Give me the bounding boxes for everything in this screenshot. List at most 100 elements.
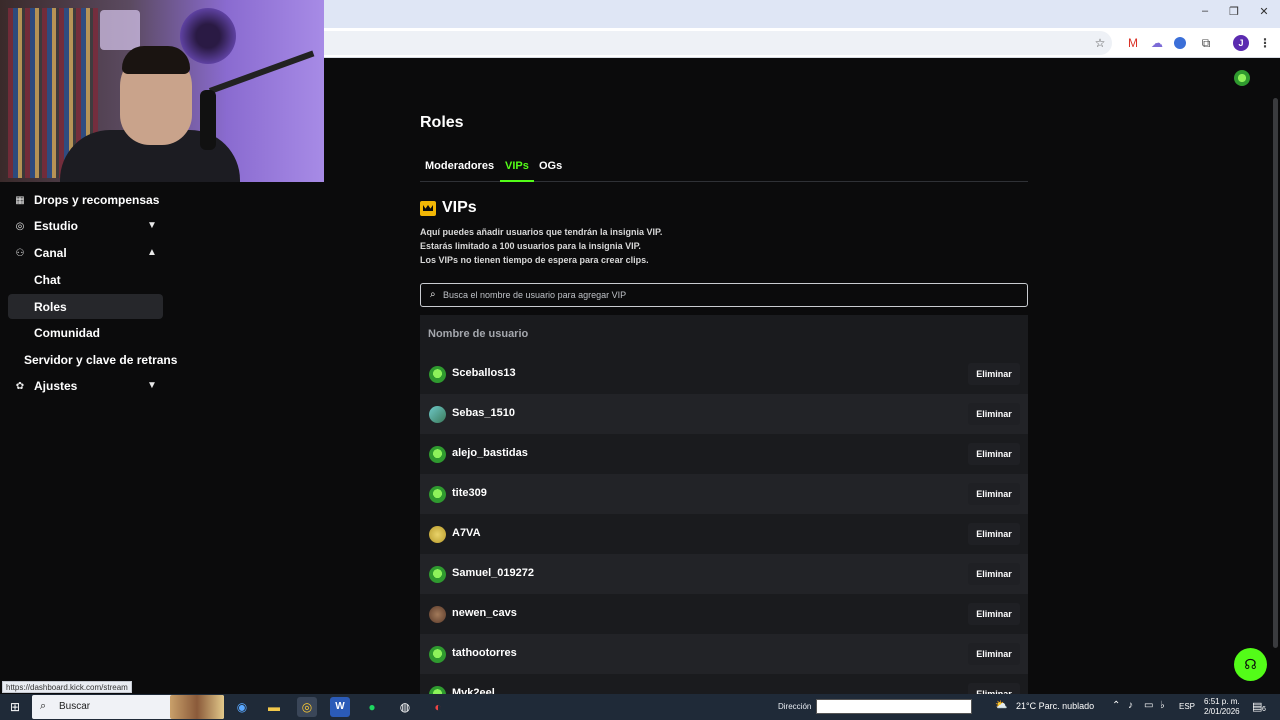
avatar — [429, 606, 446, 623]
vip-search-input[interactable] — [443, 287, 1013, 303]
volume-icon[interactable]: ♪ — [1128, 700, 1133, 711]
remove-button[interactable]: Eliminar — [968, 403, 1020, 425]
search-icon: ⌕ — [40, 700, 47, 712]
username[interactable]: Sceballos13 — [452, 367, 516, 379]
remove-button[interactable]: Eliminar — [968, 443, 1020, 465]
username[interactable]: alejo_bastidas — [452, 447, 528, 459]
menu-icon[interactable]: ⋮ — [1257, 35, 1273, 51]
table-row: tathootorres Eliminar — [420, 634, 1028, 674]
chevron-down-icon[interactable]: ▼ — [146, 220, 158, 232]
table-row: alejo_bastidas Eliminar — [420, 434, 1028, 474]
drops-icon: ▦ — [15, 194, 25, 206]
chevron-down-icon[interactable]: ▼ — [146, 380, 158, 392]
channel-icon: ⚇ — [15, 247, 25, 259]
restore-icon[interactable]: ❐ — [1226, 5, 1242, 18]
chevron-up-icon[interactable]: ⌃ — [1112, 700, 1120, 711]
username[interactable]: Samuel_019272 — [452, 567, 534, 579]
table-row: newen_cavs Eliminar — [420, 594, 1028, 634]
sidebar-item-drops[interactable]: ▦ Drops y recompensas — [14, 190, 159, 210]
decor-lamp — [180, 8, 236, 64]
sidebar-item-label: Drops y recompensas — [34, 193, 160, 207]
profile-avatar[interactable]: J — [1233, 35, 1249, 51]
blue-circle-icon[interactable] — [1174, 37, 1186, 49]
avatar — [429, 566, 446, 583]
help-chat-button[interactable]: ☊ — [1234, 648, 1267, 681]
avatar — [429, 486, 446, 503]
taskbar-search-label: Buscar — [59, 701, 91, 712]
sidebar-item-studio[interactable]: ◎ Estudio — [14, 216, 78, 236]
avatar — [429, 406, 446, 423]
search-icon: ⌕ — [430, 289, 436, 300]
microphone-icon[interactable]: ♭ — [1160, 700, 1165, 711]
streamer-hair — [122, 46, 190, 74]
close-icon[interactable]: ✕ — [1256, 5, 1272, 18]
language-indicator[interactable]: ESP — [1179, 702, 1195, 711]
user-avatar-icon[interactable] — [1234, 70, 1250, 86]
sidebar-item-label: Canal — [34, 246, 67, 260]
webcam-overlay — [0, 0, 324, 182]
remove-button[interactable]: Eliminar — [968, 643, 1020, 665]
sidebar-item-channel[interactable]: ⚇ Canal — [14, 243, 67, 263]
table-row: Sebas_1510 Eliminar — [420, 394, 1028, 434]
sidebar-item-roles[interactable]: Roles — [34, 300, 67, 314]
network-icon[interactable]: ▭ — [1144, 700, 1153, 711]
sidebar-item-stream-key[interactable]: Servidor y clave de retrans — [24, 353, 177, 367]
column-header-username: Nombre de usuario — [428, 328, 529, 340]
vip-table: Nombre de usuario Sceballos13 Eliminar S… — [420, 315, 1028, 695]
username[interactable]: tathootorres — [452, 647, 517, 659]
avatar — [429, 446, 446, 463]
remove-button[interactable]: Eliminar — [968, 563, 1020, 585]
puzzle-icon[interactable]: ⧉ — [1198, 35, 1214, 51]
minimize-icon[interactable]: – — [1197, 5, 1213, 17]
remove-button[interactable]: Eliminar — [968, 483, 1020, 505]
remove-button[interactable]: Eliminar — [968, 523, 1020, 545]
obs-icon[interactable]: ◍ — [395, 697, 415, 717]
gmail-icon[interactable]: M — [1125, 35, 1141, 51]
tab-moderators[interactable]: Moderadores — [425, 160, 494, 172]
sidebar-active-highlight — [8, 294, 163, 319]
weather-text: 21°C Parc. nublado — [1016, 701, 1095, 711]
username[interactable]: tite309 — [452, 487, 487, 499]
address-label: Dirección — [778, 702, 812, 711]
username[interactable]: A7VA — [452, 527, 481, 539]
sidebar-item-chat[interactable]: Chat — [34, 273, 61, 287]
description-line: Aquí puedes añadir usuarios que tendrán … — [420, 227, 663, 237]
clock[interactable]: 6:51 p. m. 2/01/2026 — [1204, 697, 1240, 717]
recording-app-icon[interactable]: ◐ — [428, 697, 448, 717]
clock-time: 6:51 p. m. — [1204, 697, 1240, 706]
crown-icon — [420, 201, 436, 216]
notifications-icon[interactable]: ▤ — [1252, 700, 1262, 713]
avatar — [429, 526, 446, 543]
sidebar-item-community[interactable]: Comunidad — [34, 326, 100, 340]
sidebar-item-label: Estudio — [34, 219, 78, 233]
gear-icon: ✿ — [15, 380, 25, 392]
clock-date: 2/01/2026 — [1204, 707, 1240, 716]
page-scrollbar[interactable] — [1273, 98, 1278, 648]
section-title: VIPs — [442, 199, 477, 216]
table-row: A7VA Eliminar — [420, 514, 1028, 554]
star-icon[interactable]: ☆ — [1092, 35, 1108, 51]
remove-button[interactable]: Eliminar — [968, 363, 1020, 385]
username[interactable]: newen_cavs — [452, 607, 517, 619]
cloud-icon[interactable]: ☁ — [1149, 35, 1165, 51]
chevron-up-icon[interactable]: ▲ — [146, 247, 158, 259]
spotify-icon[interactable]: ● — [362, 697, 382, 717]
file-explorer-icon[interactable]: ▬ — [264, 697, 284, 717]
address-toolbar-input[interactable] — [816, 699, 972, 714]
sidebar-item-label: Ajustes — [34, 379, 78, 393]
word-icon[interactable]: W — [330, 697, 350, 717]
table-row: Mvk2eel Eliminar — [420, 674, 1028, 695]
tab-ogs[interactable]: OGs — [539, 160, 562, 172]
remove-button[interactable]: Eliminar — [968, 603, 1020, 625]
username[interactable]: Sebas_1510 — [452, 407, 515, 419]
chrome-icon[interactable]: ◎ — [297, 697, 317, 717]
windows-taskbar: ⊞ ⌕ Buscar ◉ ▬ ◎ W ● ◍ ◐ Dirección ⛅ 21°… — [0, 694, 1280, 720]
active-tab-indicator — [500, 180, 534, 182]
microphone — [200, 90, 216, 150]
tab-vips[interactable]: VIPs — [505, 160, 529, 172]
search-highlight-image — [170, 695, 224, 719]
windows-start-icon[interactable]: ⊞ — [8, 700, 22, 714]
copilot-icon[interactable]: ◉ — [232, 697, 252, 717]
sidebar-item-settings[interactable]: ✿ Ajustes — [14, 376, 78, 396]
page-title: Roles — [420, 114, 464, 131]
